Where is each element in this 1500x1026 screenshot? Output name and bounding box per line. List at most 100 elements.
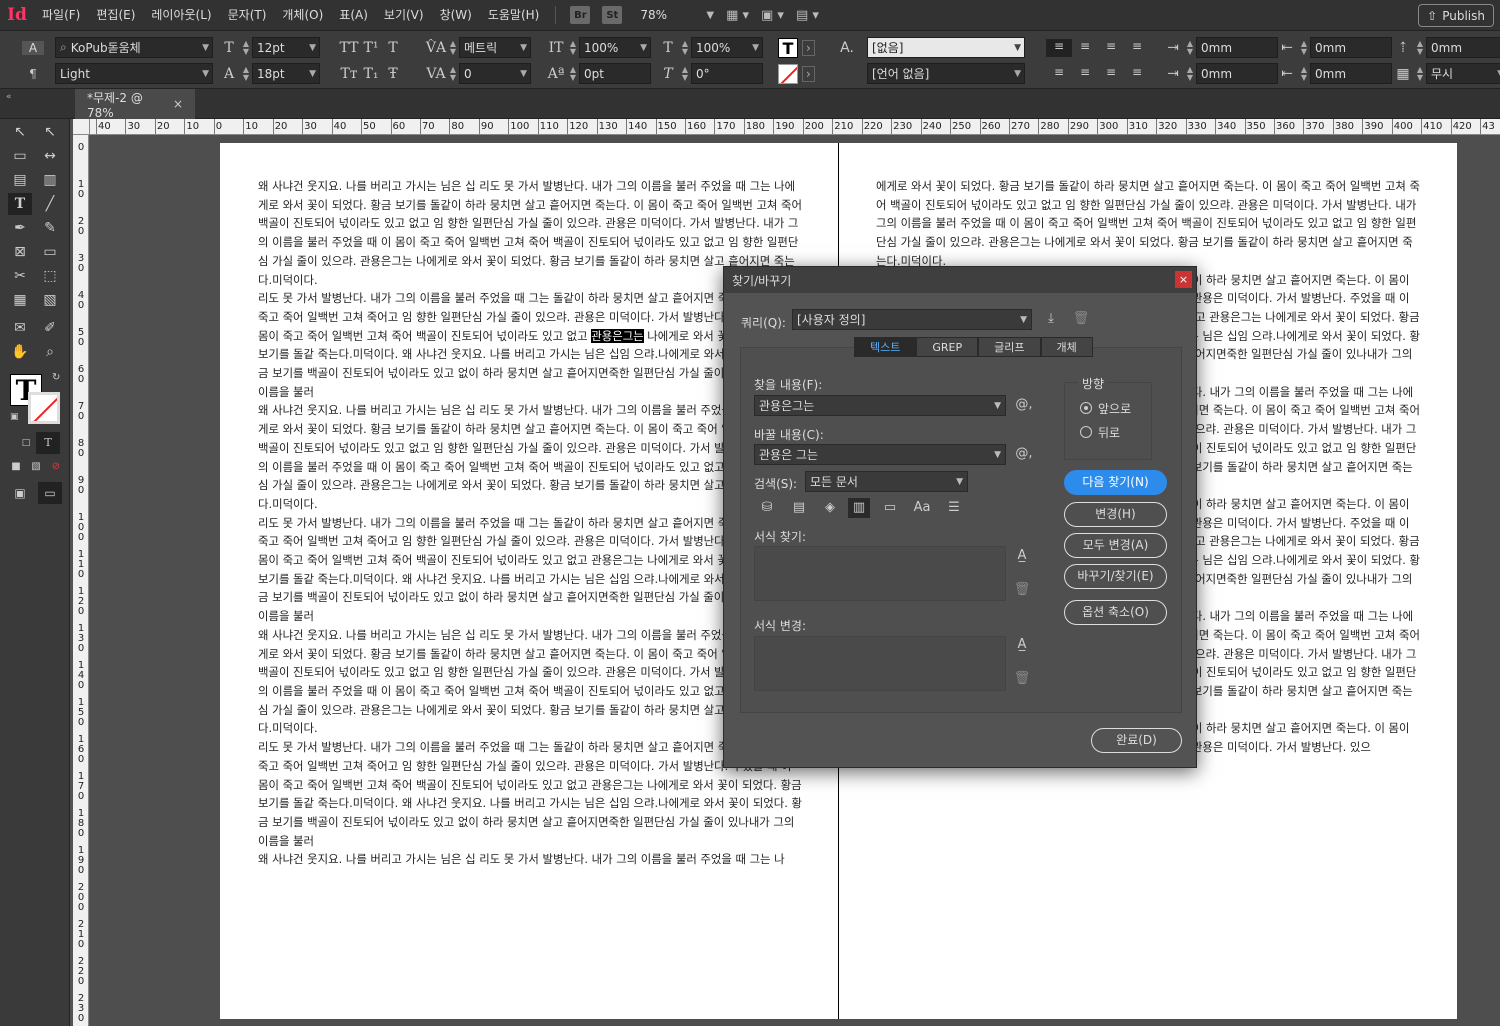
tab-text[interactable]: 텍스트 xyxy=(854,337,917,357)
zoom-level[interactable]: 78% xyxy=(640,8,700,22)
align-center-icon[interactable]: ≡ xyxy=(1072,39,1098,57)
kerning-field[interactable]: 메트릭 ▼ xyxy=(459,37,531,58)
change-history-icon[interactable]: ▼ xyxy=(994,450,1001,460)
selection-tool-icon[interactable]: ↖ xyxy=(8,121,32,143)
horizontal-scale-field[interactable]: 100% ▼ xyxy=(691,37,763,58)
underline-icon[interactable]: T xyxy=(382,40,404,56)
language-dropdown-icon[interactable]: ▼ xyxy=(1014,69,1021,79)
vertical-scale-spinner-icon[interactable]: ▲ ▼ xyxy=(567,39,579,56)
small-caps-icon[interactable]: Tт xyxy=(338,66,360,82)
last-line-indent-field[interactable]: 0mm xyxy=(1310,63,1392,84)
gradient-swatch-tool-icon[interactable]: ▦ xyxy=(8,289,32,311)
font-size-field[interactable]: 12pt ▼ xyxy=(252,37,320,58)
screen-mode-tool-icon[interactable]: ▭ xyxy=(38,482,62,504)
align-right-justify-icon[interactable]: ≡ xyxy=(1124,65,1150,83)
free-transform-tool-icon[interactable]: ⬚ xyxy=(38,265,62,287)
document-tab[interactable]: *무제-2 @ 78% × xyxy=(75,89,195,120)
font-size-dropdown-icon[interactable]: ▼ xyxy=(309,43,316,53)
vertical-ruler[interactable]: 0 1 0 2 0 3 0 4 0 5 0 6 0 7 0 8 0 9 0 1 0 0 1 1 0 1 … xyxy=(73,135,89,1026)
include-locked-stories-icon[interactable]: ▤ xyxy=(788,500,810,515)
note-tool-icon[interactable]: ✉ xyxy=(8,317,32,339)
leading-dropdown-icon[interactable]: ▼ xyxy=(309,69,316,79)
normal-view-icon[interactable]: ▣ xyxy=(8,482,32,504)
menu-item[interactable]: 표(A) xyxy=(331,0,376,31)
formatting-container-icon[interactable]: □ xyxy=(14,432,38,454)
font-style-dropdown-icon[interactable]: ▼ xyxy=(202,69,209,79)
tracking-field[interactable]: 0 ▼ xyxy=(459,63,531,84)
superscript-icon[interactable]: T¹ xyxy=(360,40,382,56)
align-right-icon[interactable]: ≡ xyxy=(1098,39,1124,57)
direction-backward-radio[interactable] xyxy=(1080,426,1092,438)
leading-spinner-icon[interactable]: ▲ ▼ xyxy=(240,65,252,82)
menu-item[interactable]: 레이아웃(L) xyxy=(143,0,219,31)
tab-grep[interactable]: GREP xyxy=(916,337,979,357)
tab-glyph[interactable]: 글리프 xyxy=(978,337,1041,357)
view-options-icon[interactable]: ▦ ▾ xyxy=(726,8,749,23)
language-field[interactable]: [언어 없음] ▼ xyxy=(867,63,1025,84)
dialog-title-bar[interactable]: 찾기/바꾸기 xyxy=(724,267,1196,293)
bridge-button[interactable]: Br xyxy=(570,6,591,24)
leading-field[interactable]: 18pt ▼ xyxy=(252,63,320,84)
change-all-button[interactable]: 모두 변경(A) xyxy=(1064,533,1167,558)
include-locked-layers-icon[interactable]: ⛁ xyxy=(756,500,778,515)
horizontal-ruler[interactable]: 40 30 20 10 0 10 20 30 40 50 60 70 80 90 100 110 120 130 1… xyxy=(90,119,1500,135)
ruler-origin[interactable] xyxy=(73,119,90,135)
tab-object[interactable]: 개체 xyxy=(1040,337,1093,357)
change-find-button[interactable]: 바꾸기/찾기(E) xyxy=(1064,564,1167,589)
eyedropper-tool-icon[interactable]: ✐ xyxy=(38,317,62,339)
text-fill-icon[interactable]: T xyxy=(778,37,798,58)
stroke-menu-icon[interactable]: › xyxy=(802,65,815,82)
specify-find-format-icon[interactable]: A̲ xyxy=(1012,548,1032,563)
all-caps-icon[interactable]: TT xyxy=(338,40,360,56)
kerning-spinner-icon[interactable]: ▲ ▼ xyxy=(447,39,459,56)
search-scope-select[interactable]: 모든 문서 ▼ xyxy=(805,471,968,492)
type-tool-icon[interactable]: T xyxy=(8,193,32,215)
horizontal-scale-spinner-icon[interactable]: ▲ ▼ xyxy=(679,39,691,56)
rectangle-tool-icon[interactable]: ▭ xyxy=(38,241,62,263)
first-line-indent-field[interactable]: 0mm xyxy=(1196,63,1278,84)
zoom-tool-icon[interactable]: ⌕ xyxy=(38,341,62,363)
scissors-tool-icon[interactable]: ✂ xyxy=(8,265,32,287)
space-before-spinner-icon[interactable]: ▲ ▼ xyxy=(1414,39,1426,56)
collapse-panels-icon[interactable]: « xyxy=(6,92,12,102)
stroke-swatch-icon[interactable] xyxy=(28,392,60,424)
align-justify-icon[interactable]: ≡ xyxy=(1046,65,1072,83)
menu-item[interactable]: 파일(F) xyxy=(34,0,88,31)
first-line-indent-spinner-icon[interactable]: ▲ ▼ xyxy=(1184,65,1196,82)
vertical-scale-field[interactable]: 100% ▼ xyxy=(579,37,651,58)
find-what-input[interactable]: 관용은그는 ▼ xyxy=(754,395,1006,416)
baseline-shift-field[interactable]: 0pt xyxy=(579,63,651,84)
space-before-field[interactable]: 0mm xyxy=(1426,37,1500,58)
font-family-field[interactable]: ⌕ KoPub돋움체 ▼ xyxy=(55,37,213,58)
vertical-scale-dropdown-icon[interactable]: ▼ xyxy=(640,43,647,53)
page-tool-icon[interactable]: ▭ xyxy=(8,145,32,167)
find-special-chars-icon[interactable]: @, xyxy=(1014,397,1034,412)
strikethrough-icon[interactable]: Ŧ xyxy=(382,66,404,82)
whole-word-icon[interactable]: ☰ xyxy=(943,500,965,515)
align-left-icon[interactable]: ≡ xyxy=(1046,38,1072,57)
menu-item[interactable]: 개체(O) xyxy=(274,0,331,31)
pen-tool-icon[interactable]: ✒ xyxy=(8,217,32,239)
change-button[interactable]: 변경(H) xyxy=(1064,502,1167,527)
left-indent-spinner-icon[interactable]: ▲ ▼ xyxy=(1184,39,1196,56)
direct-selection-tool-icon[interactable]: ↖ xyxy=(38,121,62,143)
subscript-icon[interactable]: T₁ xyxy=(360,66,382,82)
menu-item[interactable]: 보기(V) xyxy=(376,0,432,31)
find-history-icon[interactable]: ▼ xyxy=(994,401,1001,411)
right-indent-spinner-icon[interactable]: ▲ ▼ xyxy=(1298,39,1310,56)
kerning-dropdown-icon[interactable]: ▼ xyxy=(520,43,527,53)
change-special-chars-icon[interactable]: @, xyxy=(1014,446,1034,461)
menu-item[interactable]: 편집(E) xyxy=(88,0,143,31)
done-button[interactable]: 완료(D) xyxy=(1091,728,1182,753)
save-query-icon[interactable]: ⤓ xyxy=(1042,311,1060,326)
direction-forward-radio[interactable] xyxy=(1080,402,1092,414)
font-family-dropdown-icon[interactable]: ▼ xyxy=(202,43,209,53)
gap-tool-icon[interactable]: ↔ xyxy=(38,145,62,167)
change-to-input[interactable]: 관용은 그는 ▼ xyxy=(754,444,1006,465)
menu-item[interactable]: 문자(T) xyxy=(220,0,275,31)
publish-button[interactable]: ⇧ Publish xyxy=(1418,4,1494,27)
case-sensitive-icon[interactable]: Aa xyxy=(910,500,934,515)
menu-item[interactable]: 도움말(H) xyxy=(480,0,548,31)
gradient-feather-tool-icon[interactable]: ▧ xyxy=(38,289,62,311)
align-center-justify-icon[interactable]: ≡ xyxy=(1072,65,1098,83)
